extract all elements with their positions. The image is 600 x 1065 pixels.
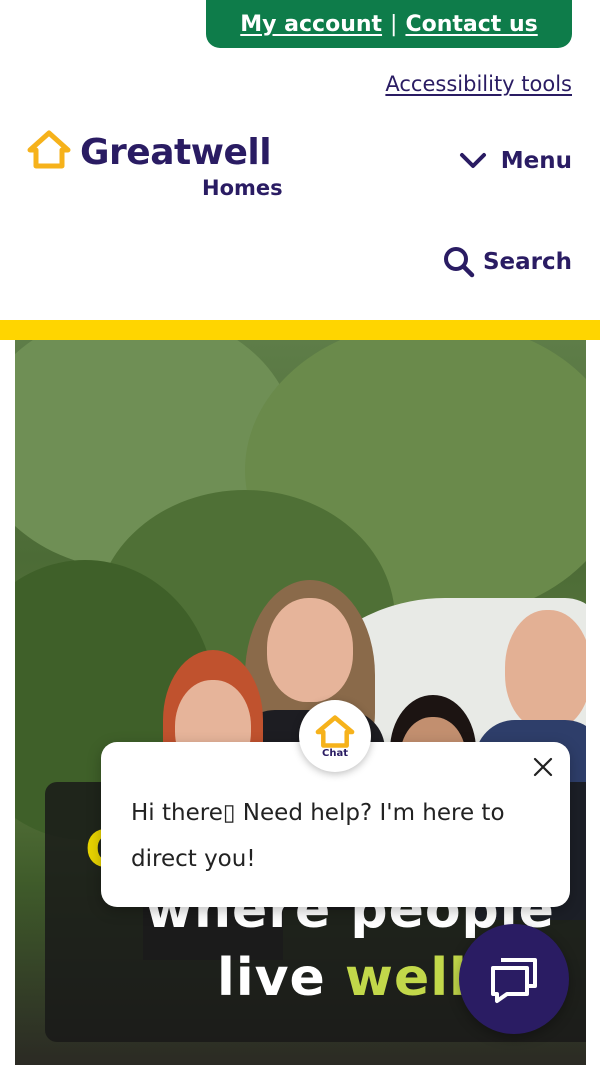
chat-icon (491, 958, 537, 1003)
logo-subtitle: Homes (202, 176, 283, 200)
hero-heading-accent: well (344, 948, 468, 1008)
close-icon[interactable] (532, 756, 554, 778)
menu-label: Menu (500, 148, 572, 174)
hero-heading-line2: live well (217, 948, 468, 1008)
chat-avatar-label: Chat (322, 747, 348, 759)
search-icon (443, 247, 475, 278)
house-logo-icon (315, 714, 355, 748)
hero-heading-prefix: live (217, 948, 345, 1008)
chat-greeting-message: Hi there▯ Need help? I'm here to direct … (131, 800, 505, 872)
header-divider (0, 320, 600, 340)
top-utility-bar: My account | Contact us (206, 0, 572, 48)
contact-us-link[interactable]: Contact us (405, 12, 537, 37)
menu-button[interactable]: Menu (459, 148, 572, 174)
chat-launcher-button[interactable] (459, 924, 569, 1034)
chat-avatar: Chat (299, 700, 371, 772)
my-account-link[interactable]: My account (240, 12, 382, 37)
link-separator: | (390, 11, 398, 37)
search-label: Search (482, 249, 572, 275)
greatwell-homes-logo[interactable]: Greatwell Homes (26, 128, 296, 204)
search-button[interactable]: Search (443, 246, 572, 278)
accessibility-tools-link[interactable]: Accessibility tools (385, 72, 572, 96)
chevron-down-icon (459, 153, 486, 168)
house-logo-icon (27, 130, 71, 169)
logo-wordmark: Greatwell (80, 132, 272, 173)
